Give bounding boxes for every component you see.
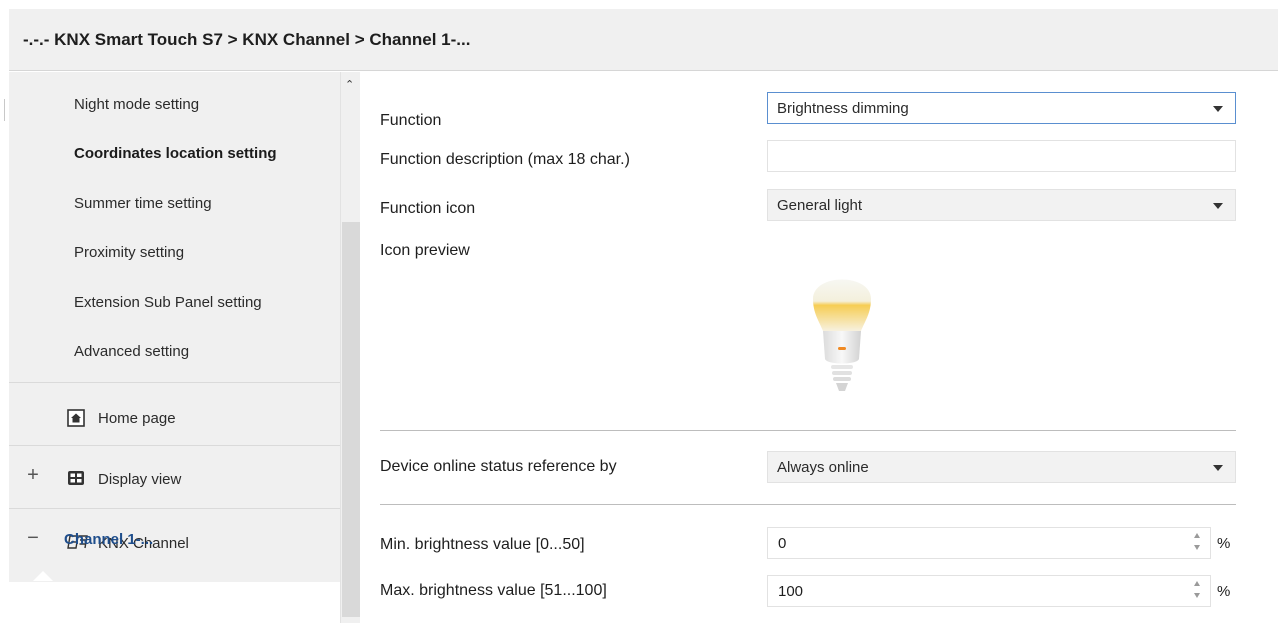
parameter-panel: Function Brightness dimming Function des… (360, 72, 1278, 623)
header-bar: -.-.- KNX Smart Touch S7 > KNX Channel >… (9, 9, 1278, 71)
icon-preview-label: Icon preview (380, 242, 470, 259)
sidebar-item-summer-time[interactable]: Summer time setting (74, 195, 212, 212)
light-bulb-icon (813, 279, 871, 391)
max-brightness-unit: % (1217, 583, 1231, 600)
max-brightness-label: Max. brightness value [51...100] (380, 582, 607, 599)
sidebar-item-knx-channel[interactable]: − KNX Channel (9, 509, 340, 571)
function-icon-label: Function icon (380, 200, 476, 217)
sidebar-item-display-view[interactable]: + Display view (9, 446, 340, 508)
sidebar-item-home-page[interactable]: Home page (9, 383, 340, 445)
online-status-label: Device online status reference by (380, 458, 617, 475)
function-dropdown[interactable]: Brightness dimming (767, 92, 1236, 124)
sidebar-item-advanced[interactable]: Advanced setting (74, 343, 189, 360)
sidebar-item-channel-1[interactable] (9, 582, 340, 623)
sidebar: Night mode setting Coordinates location … (9, 72, 340, 623)
max-brightness-value: 100 (778, 583, 804, 600)
sidebar-item-label: Home page (98, 410, 176, 427)
collapse-icon[interactable]: − (27, 527, 39, 550)
online-status-value: Always online (777, 459, 869, 476)
scroll-up-icon[interactable]: ⌃ (345, 78, 354, 91)
grid-icon (68, 471, 84, 485)
function-value: Brightness dimming (777, 100, 909, 117)
function-icon-dropdown[interactable]: General light (767, 189, 1236, 221)
chevron-down-icon (1213, 106, 1223, 112)
function-icon-value: General light (777, 197, 863, 214)
online-status-dropdown[interactable]: Always online (767, 451, 1236, 483)
left-gutter (0, 9, 9, 623)
section-divider (380, 504, 1236, 505)
sidebar-item-night-mode[interactable]: Night mode setting (74, 96, 199, 113)
min-brightness-unit: % (1217, 535, 1231, 552)
top-strip (0, 0, 1278, 9)
scroll-thumb[interactable] (342, 222, 360, 617)
spin-down-icon[interactable] (1194, 545, 1200, 550)
breadcrumb: -.-.- KNX Smart Touch S7 > KNX Channel >… (23, 30, 471, 49)
min-brightness-label: Min. brightness value [0...50] (380, 536, 585, 553)
min-brightness-input[interactable]: 0 (767, 527, 1211, 559)
gutter-tick (4, 99, 5, 121)
sidebar-selected-label[interactable]: Channel 1-... (64, 531, 153, 548)
sidebar-item-coordinates[interactable]: Coordinates location setting (74, 145, 277, 162)
chevron-down-icon (1213, 203, 1223, 209)
function-label: Function (380, 112, 442, 129)
spin-down-icon[interactable] (1194, 593, 1200, 598)
expand-icon[interactable]: + (27, 464, 39, 487)
home-icon (67, 409, 85, 427)
min-brightness-value: 0 (778, 535, 787, 552)
spin-up-icon[interactable] (1194, 581, 1200, 586)
spin-up-icon[interactable] (1194, 533, 1200, 538)
section-divider (380, 430, 1236, 431)
max-brightness-input[interactable]: 100 (767, 575, 1211, 607)
sidebar-item-proximity[interactable]: Proximity setting (74, 244, 184, 261)
selection-notch (33, 571, 53, 581)
sidebar-item-extension[interactable]: Extension Sub Panel setting (74, 294, 262, 311)
chevron-down-icon (1213, 465, 1223, 471)
function-description-label: Function description (max 18 char.) (380, 151, 630, 168)
sidebar-item-label: Display view (98, 471, 182, 488)
sidebar-scrollbar[interactable]: ⌃ (340, 72, 360, 623)
function-description-input[interactable] (767, 140, 1236, 172)
